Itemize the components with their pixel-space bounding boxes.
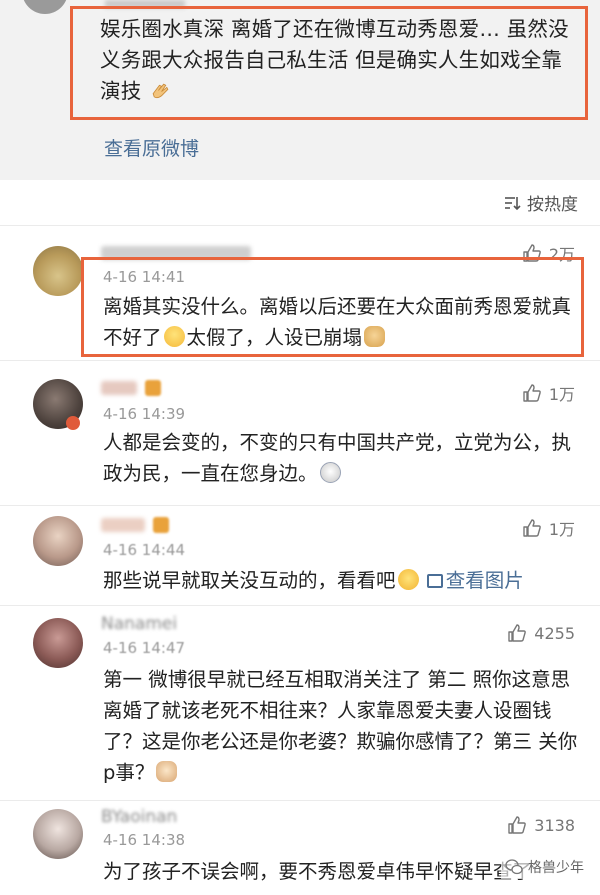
thumbs-up-icon	[523, 384, 541, 402]
repost-avatar[interactable]	[22, 0, 68, 14]
like-button[interactable]: 3138	[506, 814, 575, 836]
username-blurred[interactable]	[101, 518, 145, 532]
member-badge-icon	[153, 517, 169, 533]
smile-emoji-icon	[397, 569, 419, 590]
timestamp: 4-16 14:47	[103, 639, 186, 657]
like-button[interactable]: 1万	[521, 516, 575, 540]
comment-text: 人都是会变的，不变的只有中国共产党，立党为公，执政为民，一直在您身边。	[103, 427, 578, 489]
comment-item: Nanamei 4255 4-16 14:47 第一 微博很早就已经互相取消关注…	[0, 605, 600, 800]
like-count: 1万	[548, 520, 575, 539]
view-image-link[interactable]: 查看图片	[426, 569, 524, 592]
sort-by-hot-button[interactable]: 按热度	[503, 190, 578, 215]
username-blurred[interactable]	[101, 381, 137, 395]
sort-icon	[505, 196, 521, 210]
avatar[interactable]	[33, 246, 83, 296]
thumbs-up-icon	[508, 816, 527, 834]
like-button[interactable]: 4255	[506, 622, 575, 644]
sort-label: 按热度	[527, 195, 578, 215]
thumbs-up-icon	[523, 519, 541, 537]
view-image-label: 查看图片	[445, 569, 524, 592]
username-blurred[interactable]: BYaoinan	[101, 807, 177, 827]
timestamp: 4-16 14:38	[103, 831, 186, 849]
comment-item: 2万 4-16 14:41 离婚其实没什么。离婚以后还要在大众面前秀恩爱就真不好…	[0, 225, 600, 360]
repost-text: 娱乐圈水真深 离婚了还在微博互动秀恩爱… 虽然没义务跟大众报告自己私生活 但是确…	[100, 14, 578, 107]
view-original-link[interactable]: 查看原微博	[104, 134, 199, 161]
username-blurred[interactable]: Nanamei	[101, 614, 177, 634]
comment-text-part: 为了孩子不误会啊，要不秀恩爱卓伟早怀疑早查了	[103, 860, 533, 883]
verified-badge-icon	[66, 416, 80, 430]
clapping-hands-icon	[152, 83, 169, 99]
member-badge-icon	[145, 380, 161, 396]
doge-emoji-icon	[364, 326, 386, 347]
comment-item: 1万 4-16 14:39 人都是会变的，不变的只有中国共产党，立党为公，执政为…	[0, 360, 600, 505]
emoji-icon	[319, 462, 341, 483]
comment-text-part: 那些说早就取关没互动的，看看吧	[103, 569, 396, 592]
comment-text: 那些说早就取关没互动的，看看吧 查看图片	[103, 565, 578, 596]
like-count: 3138	[534, 815, 575, 835]
timestamp: 4-16 14:44	[103, 541, 186, 559]
watermark-text: 格兽少年	[528, 860, 584, 876]
cat-emoji-icon	[156, 761, 178, 782]
timestamp: 4-16 14:39	[103, 405, 186, 423]
comment-item: BYaoinan 3138 4-16 14:38 为了孩子不误会啊，要不秀恩爱卓…	[0, 800, 600, 895]
avatar[interactable]	[33, 809, 83, 859]
avatar[interactable]	[33, 618, 83, 668]
like-count: 4255	[534, 623, 575, 643]
comment-text-part: 太假了，人设已崩塌	[186, 326, 363, 349]
like-count: 1万	[548, 385, 575, 404]
like-button[interactable]: 1万	[521, 381, 575, 405]
avatar[interactable]	[33, 516, 83, 566]
wechat-icon	[505, 859, 523, 875]
comment-item: 1万 4-16 14:44 那些说早就取关没互动的，看看吧 查看图片	[0, 505, 600, 605]
timestamp: 4-16 14:41	[103, 268, 186, 286]
sort-bar: 按热度	[0, 180, 600, 225]
thumbs-up-icon	[508, 624, 527, 642]
comment-text: 第一 微博很早就已经互相取消关注了 第二 照你这意思 离婚了就该老死不相往来？人…	[103, 664, 578, 788]
repost-card: 娱乐圈水真深 离婚了还在微博互动秀恩爱… 虽然没义务跟大众报告自己私生活 但是确…	[0, 0, 600, 180]
emoji-icon	[163, 326, 185, 347]
comment-text: 离婚其实没什么。离婚以后还要在大众面前秀恩爱就真不好了 太假了，人设已崩塌	[103, 291, 578, 353]
image-icon	[426, 574, 443, 588]
watermark: 格兽少年	[501, 855, 588, 879]
